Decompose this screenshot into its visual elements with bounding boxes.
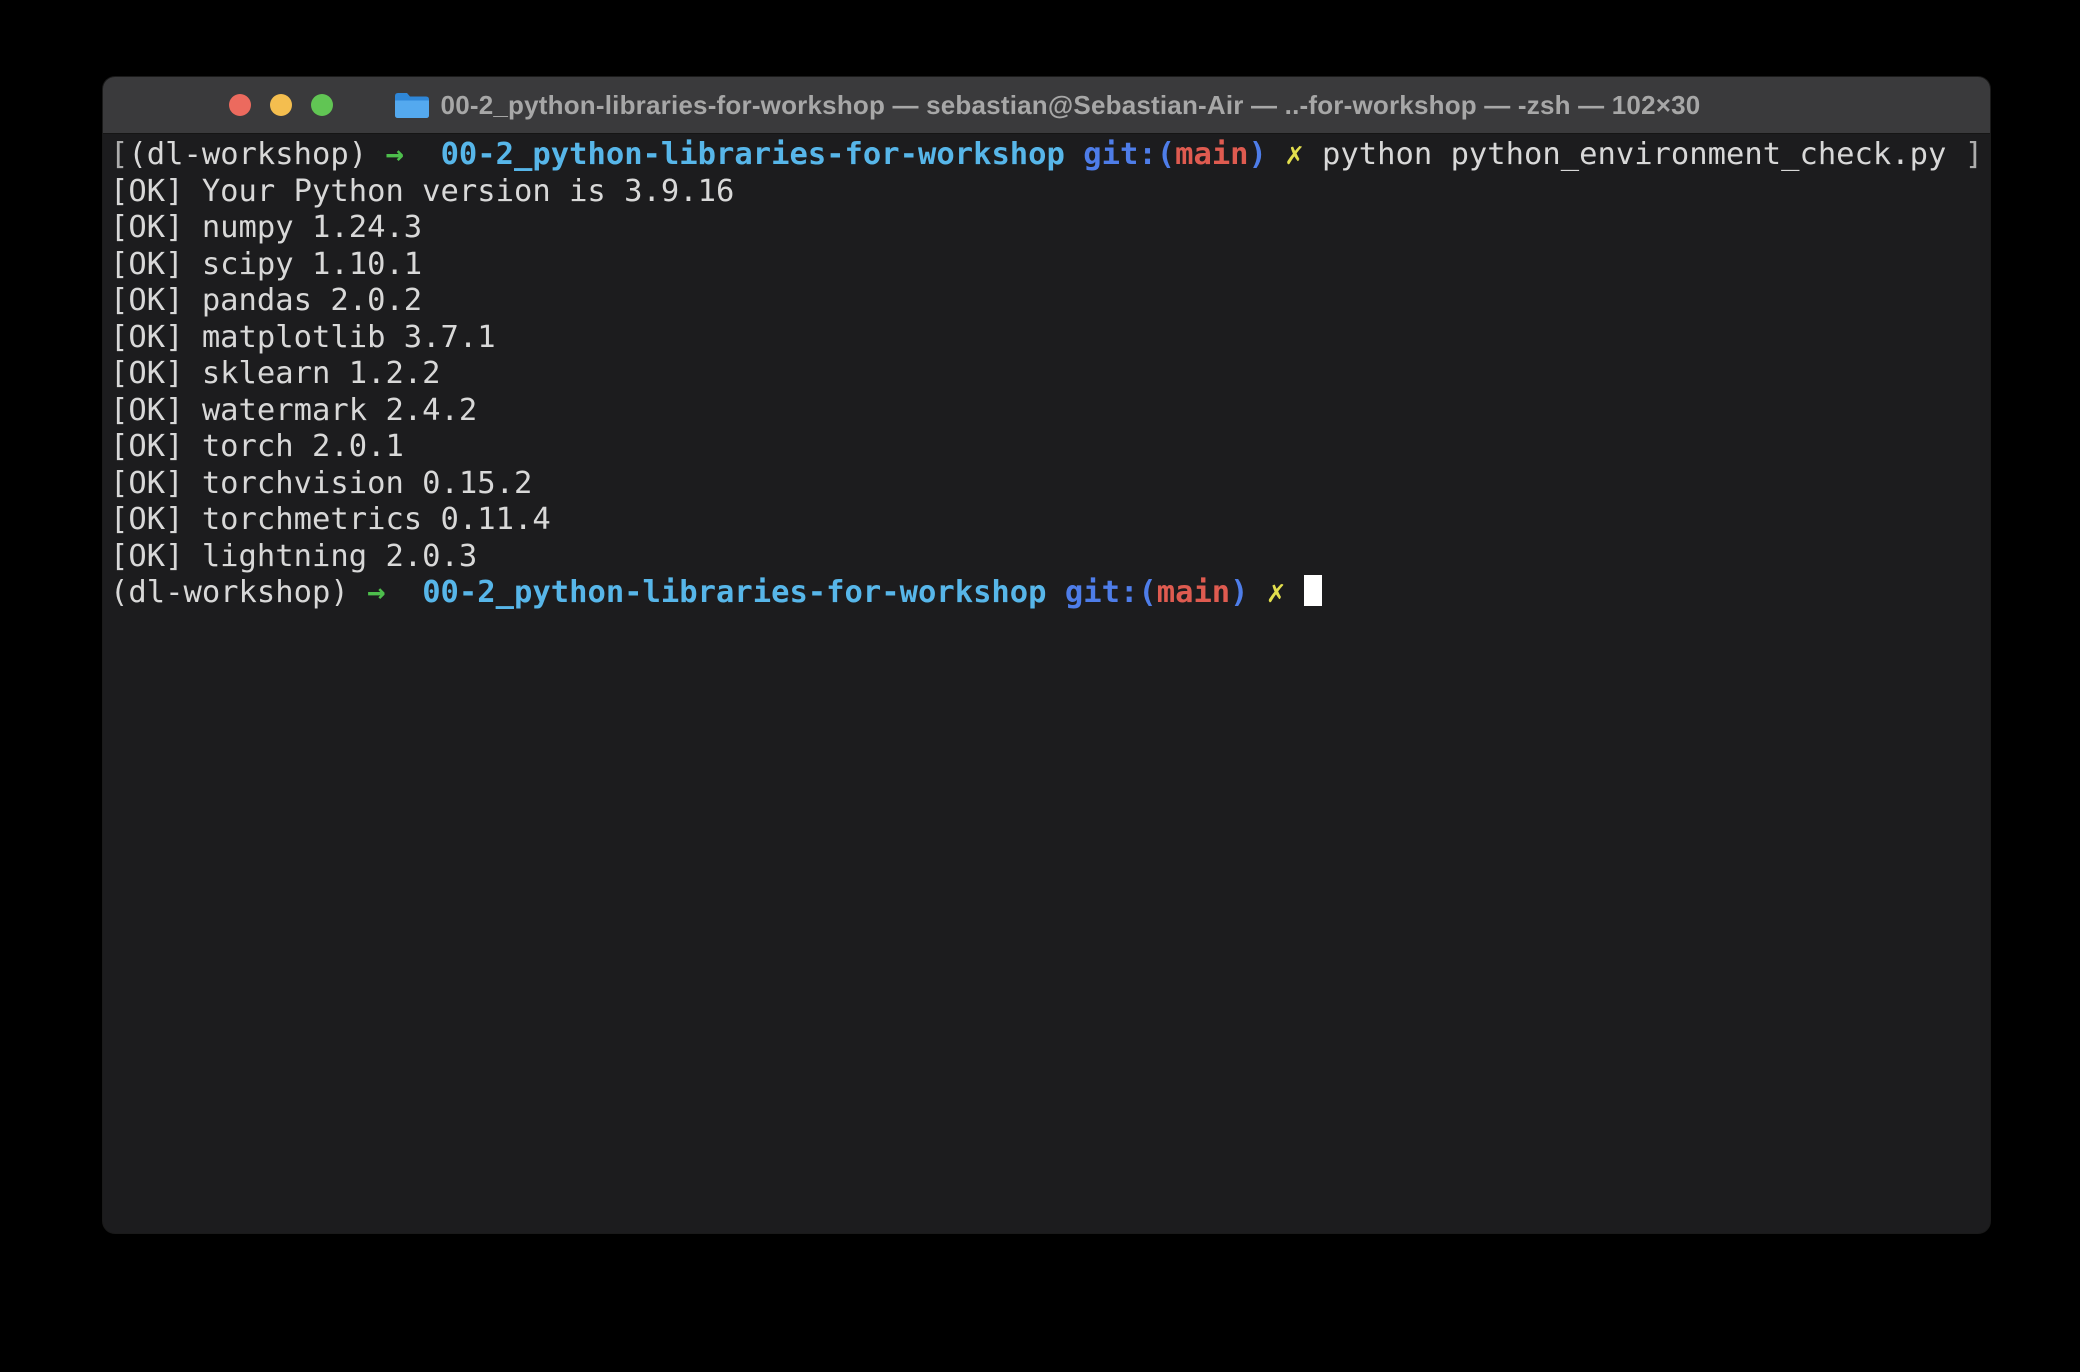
terminal-cursor	[1304, 575, 1322, 606]
output-line: [OK] pandas 2.0.2	[110, 283, 1990, 320]
output-line: [OK] numpy 1.24.3	[110, 210, 1990, 247]
spacer	[1065, 137, 1083, 172]
command-end-mark: ]	[1946, 137, 1983, 172]
spacer	[1047, 575, 1065, 610]
check-result: [OK] torch 2.0.1	[110, 429, 404, 464]
prompt-arrow: →	[385, 137, 403, 172]
check-result: [OK] torchmetrics 0.11.4	[110, 502, 551, 537]
prompt-arrow: →	[367, 575, 385, 610]
check-result: [OK] matplotlib 3.7.1	[110, 320, 496, 355]
prompt-line-command: [(dl-workshop) → 00-2_python-libraries-f…	[110, 137, 1990, 174]
window-title-group: 00-2_python-libraries-for-workshop — seb…	[393, 90, 1701, 121]
spacer	[1285, 575, 1303, 610]
minimize-button[interactable]	[270, 94, 292, 116]
traffic-lights	[229, 77, 333, 133]
output-line: [OK] matplotlib 3.7.1	[110, 320, 1990, 357]
git-dirty-marker: ✗	[1267, 575, 1285, 610]
check-result: [OK] scipy 1.10.1	[110, 247, 422, 282]
git-branch: main	[1175, 137, 1248, 172]
folder-icon	[393, 91, 431, 120]
output-line: [OK] torchvision 0.15.2	[110, 466, 1990, 503]
check-result: [OK] sklearn 1.2.2	[110, 356, 441, 391]
git-dirty-marker: ✗	[1285, 137, 1303, 172]
output-line: [OK] sklearn 1.2.2	[110, 356, 1990, 393]
check-result: [OK] torchvision 0.15.2	[110, 466, 532, 501]
check-result: [OK] Your Python version is 3.9.16	[110, 174, 734, 209]
cwd: 00-2_python-libraries-for-workshop	[422, 575, 1046, 610]
window-title: 00-2_python-libraries-for-workshop — seb…	[441, 90, 1701, 121]
check-result: [OK] watermark 2.4.2	[110, 393, 477, 428]
zoom-button[interactable]	[311, 94, 333, 116]
spacer	[404, 137, 441, 172]
spacer	[1267, 137, 1285, 172]
spacer	[385, 575, 422, 610]
git-suffix: )	[1230, 575, 1248, 610]
titlebar[interactable]: 00-2_python-libraries-for-workshop — seb…	[103, 77, 1990, 134]
conda-env: (dl-workshop)	[110, 575, 367, 610]
command-start-mark: [	[110, 137, 128, 172]
spacer	[1249, 575, 1267, 610]
close-button[interactable]	[229, 94, 251, 116]
terminal-window: 00-2_python-libraries-for-workshop — seb…	[103, 77, 1990, 1233]
terminal-output: [(dl-workshop) → 00-2_python-libraries-f…	[110, 137, 1990, 612]
check-result: [OK] lightning 2.0.3	[110, 539, 477, 574]
git-prefix: git:(	[1083, 137, 1175, 172]
check-result: [OK] pandas 2.0.2	[110, 283, 422, 318]
command: python python_environment_check.py	[1304, 137, 1947, 172]
conda-env: (dl-workshop)	[128, 137, 385, 172]
prompt-line-idle: (dl-workshop) → 00-2_python-libraries-fo…	[110, 575, 1990, 612]
output-line: [OK] scipy 1.10.1	[110, 247, 1990, 284]
git-suffix: )	[1249, 137, 1267, 172]
output-line: [OK] watermark 2.4.2	[110, 393, 1990, 430]
output-line: [OK] lightning 2.0.3	[110, 539, 1990, 576]
cwd: 00-2_python-libraries-for-workshop	[441, 137, 1065, 172]
git-prefix: git:(	[1065, 575, 1157, 610]
git-branch: main	[1157, 575, 1230, 610]
output-line: [OK] Your Python version is 3.9.16	[110, 174, 1990, 211]
terminal-screen[interactable]: [(dl-workshop) → 00-2_python-libraries-f…	[103, 134, 1990, 1233]
output-line: [OK] torchmetrics 0.11.4	[110, 502, 1990, 539]
output-line: [OK] torch 2.0.1	[110, 429, 1990, 466]
check-result: [OK] numpy 1.24.3	[110, 210, 422, 245]
